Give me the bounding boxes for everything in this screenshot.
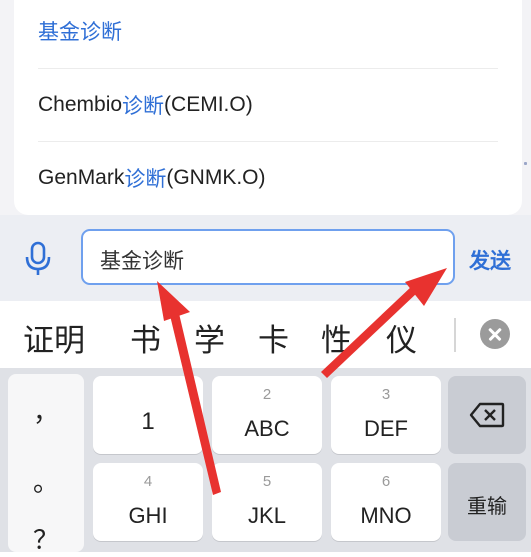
arrow-head-input <box>157 281 190 321</box>
arrow-to-send <box>321 286 418 378</box>
arrow-to-input <box>168 305 221 495</box>
arrow-head-send <box>405 268 447 306</box>
annotation-arrows <box>157 268 447 495</box>
